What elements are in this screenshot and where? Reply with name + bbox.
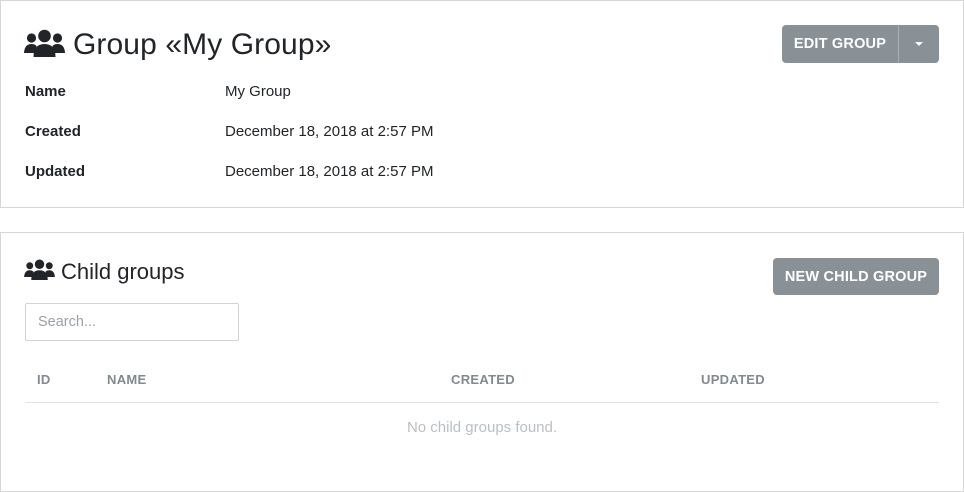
edit-group-button-group: EDIT GROUP <box>782 25 939 63</box>
field-label-name: Name <box>25 83 66 100</box>
caret-down-icon <box>915 42 923 46</box>
field-value-created: December 18, 2018 at 2:57 PM <box>225 123 434 140</box>
column-header-name[interactable]: NAME <box>107 372 146 387</box>
group-title-row: Group «My Group» <box>24 26 331 64</box>
search-input[interactable] <box>25 303 239 341</box>
users-icon <box>24 259 55 285</box>
column-header-created[interactable]: CREATED <box>451 372 515 387</box>
edit-group-dropdown-toggle[interactable] <box>898 25 939 63</box>
column-header-updated[interactable]: UPDATED <box>701 372 765 387</box>
child-groups-title-row: Child groups <box>24 258 185 286</box>
edit-group-button[interactable]: EDIT GROUP <box>782 25 898 63</box>
field-value-name: My Group <box>225 83 291 100</box>
empty-table-message: No child groups found. <box>406 419 558 436</box>
table-header-divider <box>25 402 939 403</box>
users-icon <box>24 29 65 62</box>
field-value-updated: December 18, 2018 at 2:57 PM <box>225 163 434 180</box>
field-label-created: Created <box>25 123 81 140</box>
column-header-id[interactable]: ID <box>37 372 51 387</box>
page-title: Group «My Group» <box>73 28 332 61</box>
new-child-group-button[interactable]: NEW CHILD GROUP <box>773 258 939 295</box>
section-title: Child groups <box>61 259 185 284</box>
field-label-updated: Updated <box>25 163 85 180</box>
